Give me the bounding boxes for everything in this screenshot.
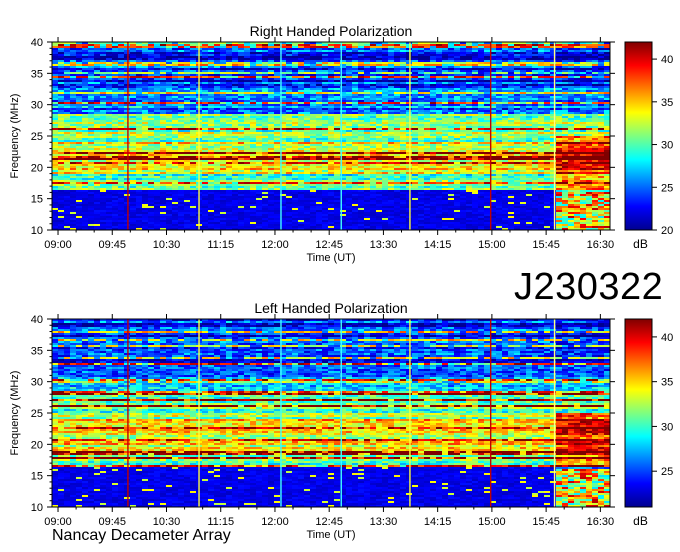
chart-title: Right Handed Polarization: [250, 23, 413, 39]
spectrogram-cells: [52, 42, 611, 231]
right-polarization-panel: Right Handed Polarization101520253035400…: [9, 23, 673, 264]
